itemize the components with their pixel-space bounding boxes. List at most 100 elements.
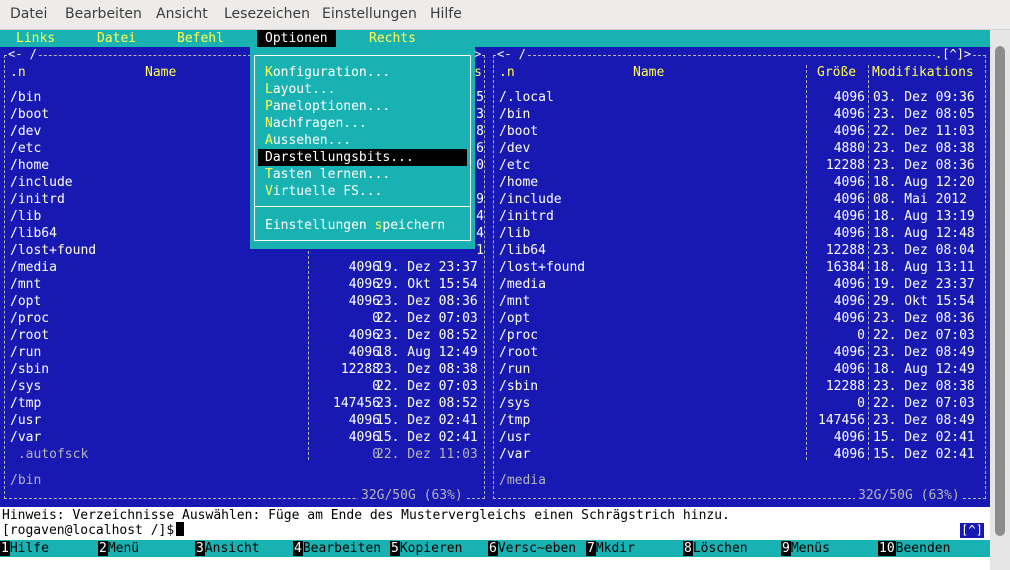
- dropdown-separator: [254, 206, 471, 207]
- table-row[interactable]: /lib 4096 18. Aug 12:48: [499, 225, 979, 242]
- file-name: /sbin: [499, 379, 539, 394]
- fkey-8[interactable]: 8Löschen: [683, 540, 781, 557]
- table-row[interactable]: /root 4096 23. Dez 08:52: [10, 327, 480, 344]
- table-row[interactable]: /lost+found 16384 18. Aug 13:11: [499, 259, 979, 276]
- table-row[interactable]: /sys 0 22. Dez 07:03: [499, 395, 979, 412]
- dropdown-item[interactable]: Virtuelle FS...: [258, 183, 467, 200]
- right-panel-path[interactable]: <- /: [497, 47, 526, 62]
- file-size: 4096: [833, 294, 865, 309]
- dropdown-item[interactable]: Tasten lernen...: [258, 166, 467, 183]
- mc-menu-optionen[interactable]: Optionen: [257, 30, 336, 47]
- shell-prompt[interactable]: [rogaven@localhost /]$: [2, 522, 185, 539]
- window-menu-hilfe[interactable]: Hilfe: [430, 6, 462, 22]
- window-menu-lesezeichen[interactable]: Lesezeichen: [224, 6, 310, 22]
- fkey-10[interactable]: 10Beenden: [878, 540, 976, 557]
- table-row[interactable]: /sys 0 22. Dez 07:03: [10, 378, 480, 395]
- dropdown-item[interactable]: Darstellungsbits...: [258, 149, 467, 166]
- mc-menu-befehl[interactable]: Befehl: [169, 30, 232, 47]
- table-row[interactable]: /proc 0 22. Dez 07:03: [499, 327, 979, 344]
- dropdown-item[interactable]: Layout...: [258, 81, 467, 98]
- table-row[interactable]: /media 4096 19. Dez 23:37: [10, 259, 480, 276]
- left-col-name-header[interactable]: Name: [145, 64, 176, 81]
- fkey-5[interactable]: 5Kopieren: [390, 540, 488, 557]
- table-row[interactable]: /sbin 12288 23. Dez 08:38: [499, 378, 979, 395]
- table-row[interactable]: /media 4096 19. Dez 23:37: [499, 276, 979, 293]
- table-row[interactable]: /lib64 12288 23. Dez 08:04: [499, 242, 979, 259]
- table-row[interactable]: /initrd 4096 18. Aug 13:19: [499, 208, 979, 225]
- dropdown-item-save-settings[interactable]: Einstellungen speichern: [258, 217, 467, 234]
- dropdown-item[interactable]: Konfiguration...: [258, 64, 467, 81]
- table-row[interactable]: /include 4096 08. Mai 2012: [499, 191, 979, 208]
- file-name: /tmp: [10, 396, 42, 411]
- fkey-label: Löschen: [692, 541, 748, 556]
- file-date: 18. Aug 12:49: [376, 345, 478, 360]
- file-size: 4880: [833, 141, 865, 156]
- fkey-9[interactable]: 9Menüs: [781, 540, 879, 557]
- left-panel-path[interactable]: <- /: [8, 47, 37, 62]
- file-name: /home: [499, 175, 539, 190]
- table-row[interactable]: /usr 4096 15. Dez 02:41: [499, 429, 979, 446]
- fkey-4[interactable]: 4Bearbeiten: [293, 540, 391, 557]
- right-col-name-header[interactable]: Name: [633, 64, 664, 81]
- fkey-number: 4: [293, 541, 303, 556]
- mc-menu-links[interactable]: Links: [8, 30, 63, 47]
- mc-menu-rechts[interactable]: Rechts: [361, 30, 424, 47]
- fkey-label: Hilfe: [9, 541, 49, 556]
- right-sort-indicator[interactable]: .n: [499, 64, 515, 81]
- file-name: /lib: [499, 226, 531, 241]
- fkey-3[interactable]: 3Ansicht: [195, 540, 293, 557]
- table-row[interactable]: /home 4096 18. Aug 12:20: [499, 174, 979, 191]
- table-row[interactable]: /run 4096 18. Aug 12:49: [10, 344, 480, 361]
- file-date: 22. Dez 11:03: [873, 124, 975, 139]
- terminal-scrollbar[interactable]: [990, 30, 1010, 570]
- window-menu-ansicht[interactable]: Ansicht: [156, 6, 208, 22]
- table-row[interactable]: /tmp 147456 23. Dez 08:52: [10, 395, 480, 412]
- table-row[interactable]: /root 4096 23. Dez 08:49: [499, 344, 979, 361]
- file-name: /include: [499, 192, 562, 207]
- file-name: /lib: [10, 209, 42, 224]
- file-size: 4096: [833, 430, 865, 445]
- file-size-tail: 3: [476, 107, 484, 122]
- file-date: 18. Aug 12:20: [873, 175, 975, 190]
- fkey-1[interactable]: 1Hilfe: [0, 540, 98, 557]
- table-row[interactable]: /proc 0 22. Dez 07:03: [10, 310, 480, 327]
- file-size-tail: 6: [476, 141, 484, 156]
- fkey-6[interactable]: 6Versc~eben: [488, 540, 586, 557]
- window-menu-einstellungen[interactable]: Einstellungen: [322, 6, 417, 22]
- right-col-date-header[interactable]: Modifikations: [872, 64, 974, 81]
- fkey-7[interactable]: 7Mkdir: [586, 540, 684, 557]
- table-row[interactable]: /opt 4096 23. Dez 08:36: [499, 310, 979, 327]
- file-size: 4096: [833, 311, 865, 326]
- mc-menu-datei[interactable]: Datei: [89, 30, 144, 47]
- scrollbar-thumb[interactable]: [995, 46, 1005, 536]
- table-row[interactable]: /boot 4096 22. Dez 11:03: [499, 123, 979, 140]
- dropdown-item[interactable]: Paneloptionen...: [258, 98, 467, 115]
- table-row[interactable]: /run 4096 18. Aug 12:49: [499, 361, 979, 378]
- table-row[interactable]: /usr 4096 15. Dez 02:41: [10, 412, 480, 429]
- file-date: 22. Dez 07:03: [873, 396, 975, 411]
- table-row[interactable]: /etc 12288 23. Dez 08:36: [499, 157, 979, 174]
- table-row[interactable]: /bin 4096 23. Dez 08:05: [499, 106, 979, 123]
- right-file-panel[interactable]: <- / .[^]> .n Name Größe Modifikations /…: [489, 47, 990, 507]
- left-sort-indicator[interactable]: .n: [10, 64, 26, 81]
- window-menu-datei[interactable]: Datei: [10, 6, 47, 22]
- table-row[interactable]: /.local 4096 03. Dez 09:36: [499, 89, 979, 106]
- table-row[interactable]: /tmp 147456 23. Dez 08:49: [499, 412, 979, 429]
- table-row[interactable]: /sbin 12288 23. Dez 08:38: [10, 361, 480, 378]
- table-row[interactable]: /mnt 4096 29. Okt 15:54: [10, 276, 480, 293]
- fkey-2[interactable]: 2Menü: [98, 540, 196, 557]
- history-button[interactable]: [^]: [960, 523, 984, 538]
- dropdown-item[interactable]: Nachfragen...: [258, 115, 467, 132]
- right-col-size-header[interactable]: Größe: [817, 64, 856, 81]
- table-row[interactable]: .autofsck 0 22. Dez 11:03: [10, 446, 480, 463]
- left-panel-corner[interactable]: >: [474, 47, 482, 62]
- table-row[interactable]: /var 4096 15. Dez 02:41: [499, 446, 979, 463]
- right-panel-corner[interactable]: .[^]>: [935, 47, 972, 62]
- table-row[interactable]: /var 4096 15. Dez 02:41: [10, 429, 480, 446]
- table-row[interactable]: /dev 4880 23. Dez 08:38: [499, 140, 979, 157]
- table-row[interactable]: /mnt 4096 29. Okt 15:54: [499, 293, 979, 310]
- table-row[interactable]: /opt 4096 23. Dez 08:36: [10, 293, 480, 310]
- left-col-size-header[interactable]: s: [474, 64, 482, 81]
- window-menu-bearbeiten[interactable]: Bearbeiten: [65, 6, 142, 22]
- dropdown-item[interactable]: Aussehen...: [258, 132, 467, 149]
